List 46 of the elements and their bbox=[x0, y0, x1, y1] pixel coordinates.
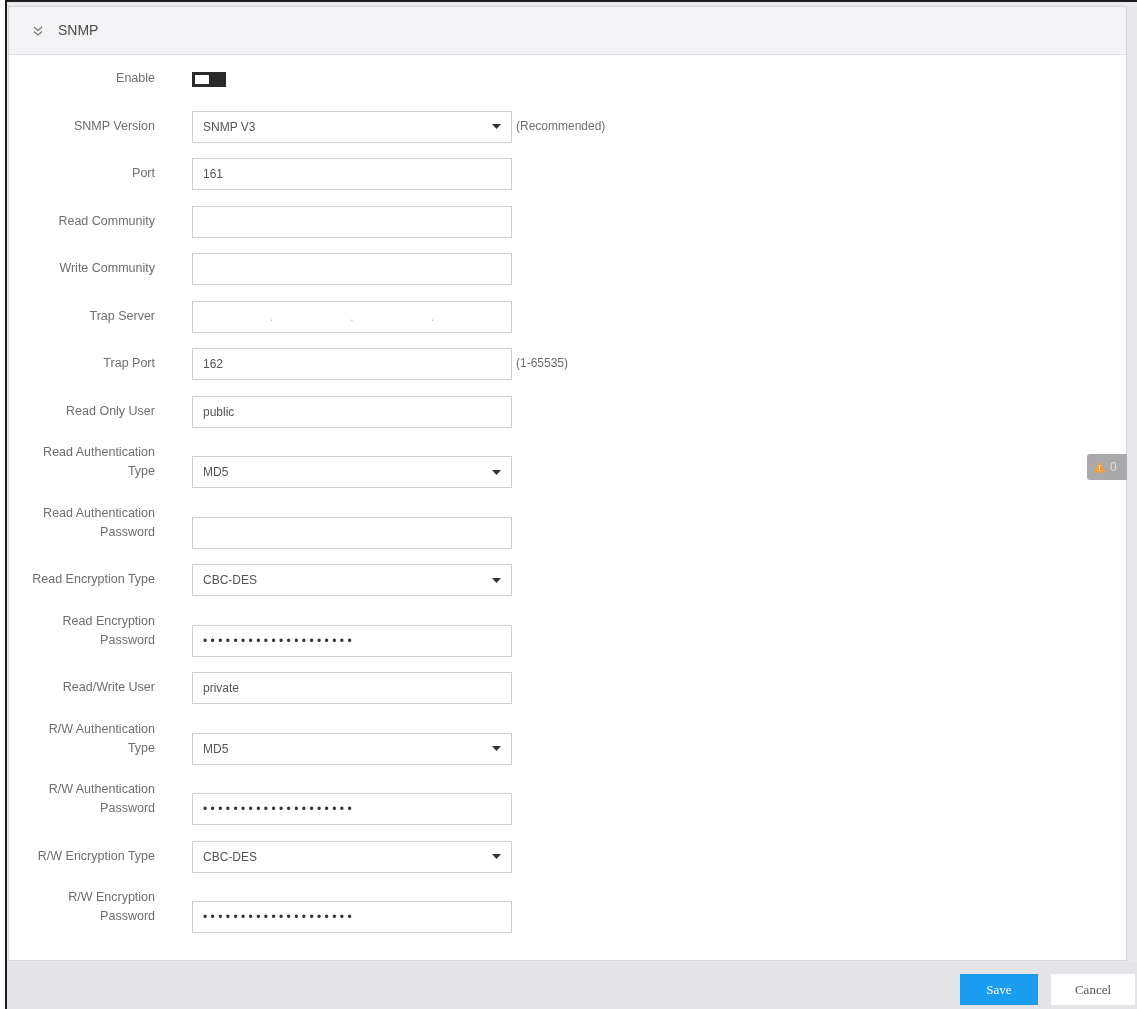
dropdown[interactable]: CBC-DES bbox=[192, 840, 512, 873]
panel-header[interactable]: SNMP bbox=[9, 7, 1126, 55]
caret-down-icon bbox=[492, 124, 501, 129]
enable-toggle[interactable] bbox=[192, 71, 226, 87]
dropdown[interactable]: MD5 bbox=[192, 732, 512, 765]
text-field[interactable]: private bbox=[192, 672, 512, 704]
caret-down-icon bbox=[492, 577, 501, 583]
text-field[interactable]: 162 bbox=[192, 348, 512, 380]
field-label: R/W Authentication Password bbox=[47, 781, 155, 817]
field-label: Read Encryption Password bbox=[61, 612, 155, 649]
field-label: R/W Encryption Type bbox=[36, 847, 155, 865]
field-label: SNMP Version bbox=[72, 117, 155, 135]
field-label: Read/Write User bbox=[61, 679, 155, 696]
field-label: Read Community bbox=[57, 212, 155, 230]
text-field[interactable]: public bbox=[192, 395, 512, 428]
field-label: Write Community bbox=[58, 260, 155, 277]
dropdown[interactable]: MD5 bbox=[192, 456, 512, 488]
hint-text: (1-65535) bbox=[516, 355, 569, 372]
field-label: Trap Port bbox=[102, 355, 155, 372]
caret-down-icon bbox=[492, 469, 501, 475]
warning-icon bbox=[1093, 461, 1106, 473]
password-field[interactable]: •••••••••••••••••••• bbox=[192, 901, 512, 933]
field-label: Read Authentication Type bbox=[42, 444, 155, 480]
caret-down-icon bbox=[492, 746, 501, 751]
field-label: R/W Authentication Type bbox=[47, 720, 155, 757]
field-label: Read Encryption Type bbox=[31, 571, 155, 588]
text-field[interactable] bbox=[192, 253, 512, 285]
field-label: R/W Encryption Password bbox=[67, 889, 155, 925]
dropdown[interactable]: CBC-DES bbox=[192, 564, 512, 596]
field-label: Enable bbox=[115, 70, 155, 87]
password-field[interactable]: •••••••••••••••••••• bbox=[192, 793, 512, 825]
field-label: Port bbox=[131, 165, 155, 182]
hint-text: (Recommended) bbox=[516, 117, 606, 135]
field-label: Trap Server bbox=[88, 307, 155, 325]
panel-title: SNMP bbox=[58, 21, 99, 40]
field-label: Read Only User bbox=[65, 402, 155, 420]
caret-down-icon bbox=[492, 854, 501, 859]
field-label: Read Authentication Password bbox=[42, 504, 155, 541]
dropdown[interactable]: SNMP V3 bbox=[192, 110, 512, 143]
password-field[interactable]: •••••••••••••••••••• bbox=[192, 624, 512, 657]
text-field[interactable]: 161 bbox=[192, 158, 512, 190]
double-chevron-down-icon bbox=[33, 25, 43, 36]
warning-count: 0 bbox=[1110, 459, 1117, 476]
cancel-button[interactable]: Cancel bbox=[1051, 974, 1135, 1005]
text-field[interactable] bbox=[192, 205, 512, 238]
password-field[interactable] bbox=[192, 516, 512, 549]
